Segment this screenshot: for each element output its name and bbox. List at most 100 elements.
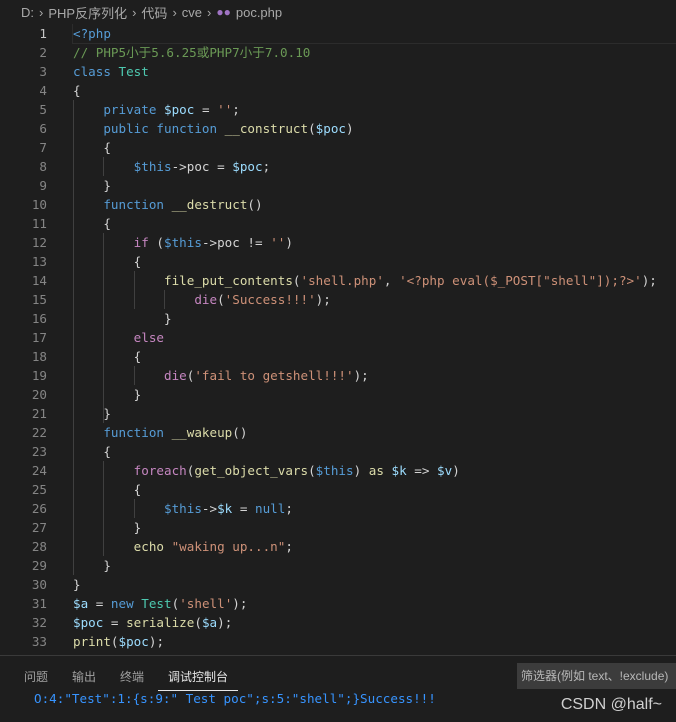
line-number: 12: [31, 235, 47, 250]
code-text: else: [73, 328, 676, 347]
code-token: null: [255, 501, 286, 516]
chevron-right-icon: ›: [207, 4, 212, 20]
code-line[interactable]: 20 }: [0, 385, 676, 404]
code-line[interactable]: 29 }: [0, 556, 676, 575]
breadcrumb-item[interactable]: PHP反序列化: [48, 3, 127, 22]
code-line[interactable]: 3 class Test: [0, 62, 676, 81]
code-line[interactable]: 13 {: [0, 252, 676, 271]
code-token: {: [73, 482, 142, 497]
code-line[interactable]: 31 $a = new Test('shell');: [0, 594, 676, 613]
code-line[interactable]: 14 file_put_contents('shell.php', '<?php…: [0, 271, 676, 290]
code-editor[interactable]: 1 <?php 2 // PHP5小于5.6.25或PHP7小于7.0.10 3 clas…: [0, 24, 676, 655]
code-text: $poc = serialize($a);: [73, 613, 676, 632]
code-line[interactable]: 26 $this->$k = null;: [0, 499, 676, 518]
code-token: );: [353, 368, 369, 383]
code-token: $poc: [232, 159, 263, 174]
tab-problems[interactable]: 问题: [14, 664, 58, 691]
code-token: ;: [285, 539, 293, 554]
code-line[interactable]: 23 {: [0, 442, 676, 461]
code-line[interactable]: 10 function __destruct(): [0, 195, 676, 214]
code-text: public function __construct($poc): [73, 119, 676, 138]
code-token: ->poc !=: [201, 235, 271, 250]
code-line[interactable]: 28 echo "waking up...n";: [0, 537, 676, 556]
code-line[interactable]: 15 die('Success!!!');: [0, 290, 676, 309]
breadcrumb-item[interactable]: cve: [182, 5, 202, 20]
code-line[interactable]: 11 {: [0, 214, 676, 233]
code-line[interactable]: 12 if ($this->poc != ''): [0, 233, 676, 252]
code-line[interactable]: 18 {: [0, 347, 676, 366]
code-line[interactable]: 24 foreach(get_object_vars($this) as $k …: [0, 461, 676, 480]
code-line[interactable]: 8 $this->poc = $poc;: [0, 157, 676, 176]
code-token: );: [148, 634, 165, 649]
code-text: // PHP5小于5.6.25或PHP7小于7.0.10: [73, 43, 676, 62]
code-token: $this: [164, 501, 202, 516]
panel-tabs: 问题 输出 终端 调试控制台: [14, 664, 242, 691]
code-line[interactable]: 4{: [0, 81, 676, 100]
chevron-right-icon: ›: [132, 4, 137, 20]
line-number: 2: [39, 45, 47, 60]
code-line[interactable]: 33 print($poc);: [0, 632, 676, 651]
bottom-panel: 问题 输出 终端 调试控制台 筛选器(例如 text、!exclude) O:4…: [0, 655, 676, 722]
code-line[interactable]: 7 {: [0, 138, 676, 157]
code-line[interactable]: 17 else: [0, 328, 676, 347]
code-line[interactable]: 1 <?php: [0, 24, 676, 44]
line-number: 13: [31, 254, 47, 269]
code-token: $v: [437, 463, 453, 478]
code-token: );: [232, 596, 248, 611]
code-line[interactable]: 5 private $poc = '';: [0, 100, 676, 119]
code-token: as: [368, 463, 392, 478]
code-text: }: [73, 309, 676, 328]
code-line[interactable]: 6 public function __construct($poc): [0, 119, 676, 138]
line-number: 28: [31, 539, 47, 554]
line-number: 15: [31, 292, 47, 307]
breadcrumb-item[interactable]: D:: [21, 5, 34, 20]
code-token: $this: [164, 235, 202, 250]
chevron-right-icon: ›: [39, 4, 44, 20]
code-token: $this: [315, 463, 354, 478]
line-number: 4: [39, 83, 47, 98]
filter-input[interactable]: 筛选器(例如 text、!exclude): [517, 663, 676, 689]
code-token: {: [73, 216, 111, 231]
code-line[interactable]: 9 }: [0, 176, 676, 195]
tab-terminal[interactable]: 终端: [110, 664, 154, 691]
breadcrumb-item[interactable]: 代码: [141, 3, 167, 22]
line-number: 6: [39, 121, 47, 136]
code-line[interactable]: 22 function __wakeup(): [0, 423, 676, 442]
indent-guide: [164, 290, 166, 309]
code-token: serialize: [126, 615, 195, 630]
line-number: 10: [31, 197, 47, 212]
breadcrumb-item-file[interactable]: poc.php: [236, 5, 282, 20]
code-text: echo "waking up...n";: [73, 537, 676, 556]
line-number: 20: [31, 387, 47, 402]
code-line[interactable]: 19 die('fail to getshell!!!');: [0, 366, 676, 385]
code-text: $a = new Test('shell');: [73, 594, 676, 613]
code-line[interactable]: 21 }: [0, 404, 676, 423]
code-token: =: [103, 615, 127, 630]
code-token: ->poc =: [171, 159, 233, 174]
line-number: 17: [31, 330, 47, 345]
tab-output[interactable]: 输出: [62, 664, 106, 691]
code-token: // PHP5小于5.6.25或PHP7小于7.0.10: [73, 45, 311, 60]
code-token: (: [308, 121, 316, 136]
indent-guide: [103, 157, 105, 176]
code-token: $poc: [164, 102, 195, 117]
tab-debug-console[interactable]: 调试控制台: [158, 664, 239, 691]
code-line[interactable]: 16 }: [0, 309, 676, 328]
code-token: {: [73, 444, 111, 459]
indent-guide: [103, 461, 105, 556]
code-text: {: [73, 480, 676, 499]
line-number: 26: [31, 501, 47, 516]
code-line[interactable]: 25 {: [0, 480, 676, 499]
code-token: }: [73, 311, 172, 326]
code-line[interactable]: 27 }: [0, 518, 676, 537]
code-token: =>: [406, 463, 438, 478]
code-line[interactable]: 2 // PHP5小于5.6.25或PHP7小于7.0.10: [0, 43, 676, 62]
code-line[interactable]: 32 $poc = serialize($a);: [0, 613, 676, 632]
code-token: function: [103, 425, 172, 440]
code-line[interactable]: 30}: [0, 575, 676, 594]
code-text: {: [73, 138, 676, 157]
code-token: $a: [73, 596, 89, 611]
line-number: 19: [31, 368, 47, 383]
